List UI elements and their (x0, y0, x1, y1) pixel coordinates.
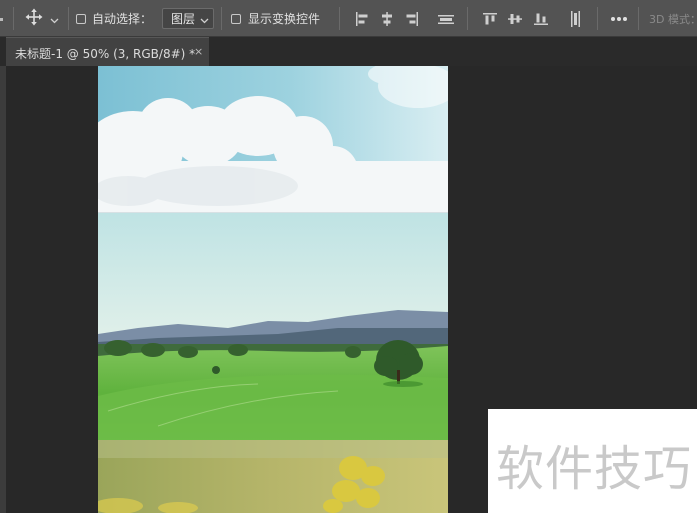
document-tab-strip: 未标题-1 @ 50% (3, RGB/8#) * × (0, 37, 697, 66)
chevron-down-icon (200, 14, 209, 28)
distribute-horizontal-icon[interactable] (438, 0, 454, 37)
separator (597, 7, 598, 30)
auto-select-checkbox[interactable]: 自动选择： (76, 0, 152, 37)
sky-clouds-photo (98, 66, 448, 216)
panel-edge (0, 0, 4, 37)
document-tab[interactable]: 未标题-1 @ 50% (3, RGB/8#) * × (6, 37, 209, 66)
separator (638, 7, 639, 30)
auto-select-label: 自动选择： (92, 12, 153, 26)
separator (339, 7, 340, 30)
auto-select-target-dropdown[interactable]: 图层 (162, 8, 214, 29)
align-bottom-icon[interactable] (534, 0, 548, 37)
chevron-down-icon (50, 9, 59, 28)
checkbox-box[interactable] (76, 13, 86, 24)
separator (467, 7, 468, 30)
watermark-panel: 软件技巧 (488, 409, 697, 513)
checkbox-box[interactable] (231, 13, 241, 24)
3d-mode-label: 3D 模式： (649, 0, 697, 37)
distribute-vertical-icon[interactable] (568, 0, 582, 37)
separator (221, 7, 222, 30)
canvas-image (98, 66, 448, 513)
document-tab-title: 未标题-1 @ 50% (3, RGB/8#) * (15, 47, 196, 61)
align-vertical-center-icon[interactable] (508, 0, 522, 37)
align-top-icon[interactable] (483, 0, 497, 37)
separator (13, 7, 14, 30)
show-transform-controls-checkbox[interactable]: 显示变换控件 (231, 0, 320, 37)
tool-preset-picker[interactable] (25, 0, 63, 37)
options-bar: 自动选择： 图层 显示变换控件 3D 模式： (0, 0, 697, 37)
yellow-flower-photo (98, 440, 448, 513)
left-panel-edge (0, 66, 6, 513)
auto-select-target-value: 图层 (171, 12, 196, 26)
show-transform-label: 显示变换控件 (248, 12, 321, 26)
close-icon[interactable]: × (194, 45, 203, 58)
separator (68, 7, 69, 30)
more-options-icon[interactable] (610, 0, 628, 37)
3d-mode-text: 3D 模式： (649, 12, 697, 26)
green-hills-landscape-photo (98, 213, 448, 440)
move-tool-icon (25, 8, 43, 30)
align-left-icon[interactable] (355, 0, 369, 37)
document-canvas[interactable] (98, 66, 448, 513)
watermark-text: 软件技巧 (496, 441, 693, 497)
align-horizontal-center-icon[interactable] (380, 0, 394, 37)
align-right-icon[interactable] (405, 0, 419, 37)
